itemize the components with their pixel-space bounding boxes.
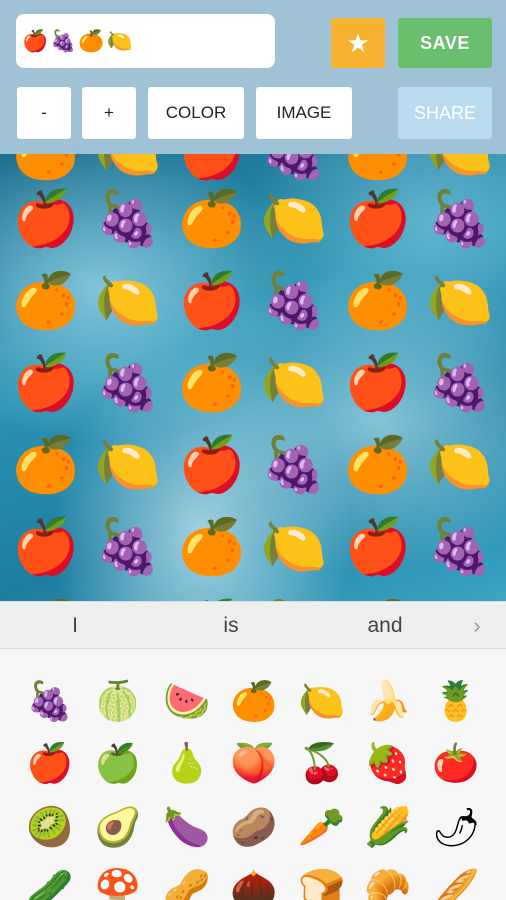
canvas-emoji-tile: 🍋 <box>426 269 494 332</box>
canvas-emoji-tile: 🍋 <box>426 433 494 496</box>
emoji-key[interactable]: 🍎 <box>20 733 80 793</box>
canvas-emoji-tile: 🍎 <box>178 269 246 332</box>
emoji-key[interactable]: 🥒 <box>20 859 80 900</box>
emoji-key[interactable]: 🌶 <box>426 797 486 857</box>
suggestion-item[interactable]: and <box>330 602 440 650</box>
image-button[interactable]: IMAGE <box>256 87 352 139</box>
emoji-pattern-canvas[interactable]: 🍊🍋🍎🍇🍊🍋🍎🍇🍊🍋🍎🍇🍊🍋🍎🍇🍊🍋🍎🍇🍊🍋🍎🍇🍊🍋🍎🍇🍊🍋🍎🍇🍊🍋🍎🍇🍊🍋🍎🍇… <box>0 154 506 601</box>
increase-size-button[interactable]: + <box>82 87 136 139</box>
emoji-key[interactable]: 🍅 <box>426 733 486 793</box>
emoji-key[interactable]: 🍆 <box>157 797 217 857</box>
canvas-emoji-tile: 🍇 <box>426 351 494 414</box>
toolbar-header: 🍎🍇🍊🍋 ★ SAVE - + COLOR IMAGE SHARE <box>0 0 506 154</box>
emoji-key[interactable]: 🥕 <box>292 797 352 857</box>
canvas-emoji-tile: 🍋 <box>260 351 328 414</box>
favorite-star-button[interactable]: ★ <box>331 18 385 68</box>
canvas-emoji-tile: 🍊 <box>338 154 418 186</box>
canvas-emoji-tile: 🍊 <box>338 594 418 601</box>
emoji-key[interactable]: 🍍 <box>426 671 486 731</box>
canvas-emoji-tile: 🍎 <box>12 515 80 578</box>
suggestion-item[interactable]: I <box>20 602 130 650</box>
emoji-key[interactable]: 🍏 <box>88 733 148 793</box>
canvas-emoji-tile: 🍎 <box>344 351 412 414</box>
decrease-size-button[interactable]: - <box>17 87 71 139</box>
canvas-emoji-tile: 🍊 <box>344 433 412 496</box>
canvas-emoji-tile: 🍎 <box>12 187 80 250</box>
emoji-key[interactable]: 🥖 <box>426 859 486 900</box>
canvas-emoji-tile: 🍊 <box>178 351 246 414</box>
canvas-emoji-tile: 🍋 <box>420 594 500 601</box>
canvas-emoji-tile: 🍇 <box>260 269 328 332</box>
emoji-key[interactable]: 🥔 <box>224 797 284 857</box>
canvas-emoji-tile: 🍇 <box>94 515 162 578</box>
canvas-emoji-tile: 🍊 <box>12 433 80 496</box>
canvas-emoji-tile: 🍋 <box>94 433 162 496</box>
canvas-emoji-tile: 🍇 <box>94 351 162 414</box>
emoji-key[interactable]: 🍞 <box>292 859 352 900</box>
emoji-key[interactable]: 🥜 <box>157 859 217 900</box>
emoji-key[interactable]: 🍇 <box>20 671 80 731</box>
emoji-key[interactable]: 🍋 <box>292 671 352 731</box>
canvas-emoji-tile: 🍎 <box>344 187 412 250</box>
emoji-key[interactable]: 🥐 <box>358 859 418 900</box>
canvas-emoji-tile: 🍋 <box>260 187 328 250</box>
canvas-emoji-tile: 🍊 <box>6 594 86 601</box>
canvas-emoji-tile: 🍊 <box>178 187 246 250</box>
suggestion-item[interactable]: is <box>176 602 286 650</box>
canvas-emoji-tile: 🍋 <box>260 515 328 578</box>
emoji-key[interactable]: 🍈 <box>88 671 148 731</box>
canvas-emoji-tile: 🍇 <box>254 154 334 186</box>
emoji-key[interactable]: 🍑 <box>224 733 284 793</box>
emoji-key[interactable]: 🍐 <box>157 733 217 793</box>
canvas-emoji-tile: 🍇 <box>94 187 162 250</box>
emoji-key[interactable]: 🍊 <box>224 671 284 731</box>
canvas-emoji-tile: 🍋 <box>94 269 162 332</box>
canvas-emoji-tile: 🍊 <box>344 269 412 332</box>
emoji-key[interactable]: 🌰 <box>224 859 284 900</box>
canvas-emoji-tile: 🍎 <box>344 515 412 578</box>
canvas-emoji-tile: 🍇 <box>426 515 494 578</box>
emoji-key[interactable]: 🥑 <box>88 797 148 857</box>
emoji-keyboard: 🍇 🍈 🍉 🍊 🍋 🍌 🍍 🍎 🍏 🍐 🍑 🍒 🍓 🍅 🥝 🥑 🍆 🥔 🥕 🌽 🌶 🥒 🍄 🥜 🌰 🍞 🥐 🥖 <box>0 649 506 900</box>
canvas-emoji-tile: 🍇 <box>426 187 494 250</box>
canvas-emoji-tile: 🍋 <box>88 594 168 601</box>
canvas-emoji-tile: 🍇 <box>260 433 328 496</box>
emoji-key[interactable]: 🍒 <box>292 733 352 793</box>
emoji-key[interactable]: 🍓 <box>358 733 418 793</box>
canvas-emoji-tile: 🍎 <box>12 351 80 414</box>
canvas-emoji-tile: 🍊 <box>6 154 86 186</box>
color-button[interactable]: COLOR <box>148 87 244 139</box>
keyboard-suggestion-bar: I is and › <box>0 601 506 649</box>
share-button[interactable]: SHARE <box>398 87 492 139</box>
canvas-emoji-tile: 🍋 <box>88 154 168 186</box>
canvas-emoji-tile: 🍋 <box>420 154 500 186</box>
canvas-emoji-tile: 🍊 <box>178 515 246 578</box>
canvas-emoji-tile: 🍎 <box>172 594 252 601</box>
canvas-emoji-tile: 🍊 <box>12 269 80 332</box>
emoji-key[interactable]: 🥝 <box>20 797 80 857</box>
save-button[interactable]: SAVE <box>398 18 492 68</box>
canvas-emoji-tile: 🍇 <box>254 594 334 601</box>
emoji-key[interactable]: 🍌 <box>358 671 418 731</box>
emoji-text-input[interactable]: 🍎🍇🍊🍋 <box>16 14 275 68</box>
canvas-emoji-tile: 🍎 <box>178 433 246 496</box>
canvas-emoji-tile: 🍎 <box>172 154 252 186</box>
emoji-key[interactable]: 🍉 <box>157 671 217 731</box>
chevron-right-icon[interactable]: › <box>462 602 492 650</box>
emoji-key[interactable]: 🍄 <box>88 859 148 900</box>
emoji-key[interactable]: 🌽 <box>358 797 418 857</box>
